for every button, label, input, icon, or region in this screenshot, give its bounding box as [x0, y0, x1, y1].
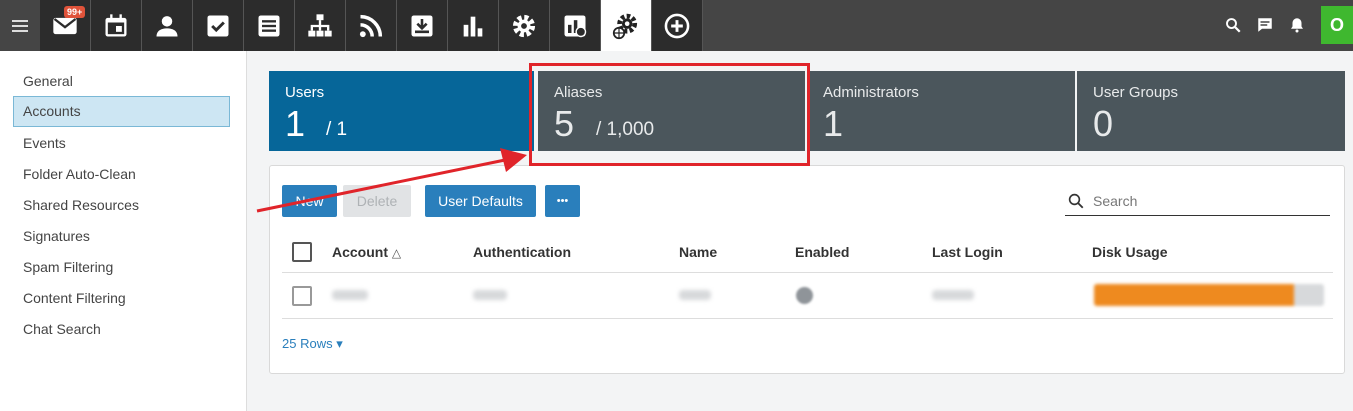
mail-icon[interactable]: 99+ [40, 0, 91, 51]
search-field[interactable] [1065, 186, 1330, 216]
notes-icon[interactable] [244, 0, 295, 51]
administrators-card-label: Administrators [823, 84, 919, 101]
highlight-box [529, 63, 810, 166]
accounts-panel: New Delete User Defaults ••• Account △ A… [269, 165, 1345, 374]
menu-icon[interactable] [0, 0, 40, 51]
select-all-checkbox[interactable] [292, 242, 312, 262]
column-enabled[interactable]: Enabled [795, 244, 849, 260]
domain-settings-icon[interactable] [601, 0, 652, 51]
search-icon [1068, 193, 1084, 208]
sidebar-item-chat-search[interactable]: Chat Search [13, 314, 230, 345]
tasks-icon[interactable] [193, 0, 244, 51]
user-groups-card-label: User Groups [1093, 84, 1179, 101]
sidebar-item-spam-filtering[interactable]: Spam Filtering [13, 252, 230, 283]
new-button[interactable]: New [282, 185, 337, 217]
sort-icon: △ [391, 246, 402, 260]
administrators-card[interactable]: Administrators 1 [807, 71, 1075, 151]
column-account-label: Account [332, 244, 388, 260]
column-name[interactable]: Name [679, 244, 717, 260]
chat-icon[interactable] [1253, 13, 1277, 37]
user-defaults-button[interactable]: User Defaults [425, 185, 536, 217]
more-options-button[interactable]: ••• [545, 185, 580, 217]
sidebar-item-signatures[interactable]: Signatures [13, 221, 230, 252]
users-card-value: 1 [285, 103, 306, 144]
mail-badge: 99+ [64, 6, 86, 18]
settings-icon[interactable] [499, 0, 550, 51]
rows-per-page-dropdown[interactable]: 25 Rows ▾ [282, 336, 343, 352]
sidebar-item-content-filtering[interactable]: Content Filtering [13, 283, 230, 314]
redacted-account [332, 290, 368, 300]
search-input[interactable] [1093, 192, 1313, 209]
enabled-status-icon [796, 287, 813, 304]
column-last-login[interactable]: Last Login [932, 244, 1003, 260]
contacts-icon[interactable] [142, 0, 193, 51]
sidebar-item-general[interactable]: General [13, 66, 230, 97]
column-account[interactable]: Account △ [332, 244, 401, 260]
calendar-icon[interactable] [91, 0, 142, 51]
bell-icon[interactable] [1285, 13, 1309, 37]
user-groups-card[interactable]: User Groups 0 [1077, 71, 1345, 151]
sidebar-item-accounts[interactable]: Accounts [13, 96, 230, 127]
redacted-authentication [473, 290, 507, 300]
sidebar-item-shared-resources[interactable]: Shared Resources [13, 190, 230, 221]
reports-icon[interactable] [448, 0, 499, 51]
row-divider [282, 318, 1333, 319]
header-divider [282, 272, 1333, 273]
sitemap-icon[interactable] [295, 0, 346, 51]
user-groups-card-value: 0 [1093, 103, 1114, 144]
column-disk-usage[interactable]: Disk Usage [1092, 244, 1167, 260]
row-checkbox[interactable] [292, 286, 312, 306]
search-icon[interactable] [1221, 13, 1245, 37]
administrators-card-value: 1 [823, 103, 844, 144]
redacted-name [679, 290, 711, 300]
sidebar-item-events[interactable]: Events [13, 128, 230, 159]
download-icon[interactable] [397, 0, 448, 51]
top-bar: 99+ O [0, 0, 1353, 51]
avatar[interactable]: O [1321, 6, 1353, 44]
sidebar-item-folder-auto-clean[interactable]: Folder Auto-Clean [13, 159, 230, 190]
users-card-label: Users [285, 84, 325, 101]
sidebar: General Accounts Events Folder Auto-Clea… [0, 51, 247, 411]
users-card-limit: / 1 [326, 119, 348, 140]
add-icon[interactable] [652, 0, 703, 51]
disk-usage-bar [1094, 284, 1324, 306]
redacted-last-login [932, 290, 974, 300]
rss-icon[interactable] [346, 0, 397, 51]
users-card[interactable]: Users 1 / 1 [269, 71, 534, 151]
column-authentication[interactable]: Authentication [473, 244, 571, 260]
delete-button[interactable]: Delete [343, 185, 411, 217]
domain-reports-icon[interactable] [550, 0, 601, 51]
